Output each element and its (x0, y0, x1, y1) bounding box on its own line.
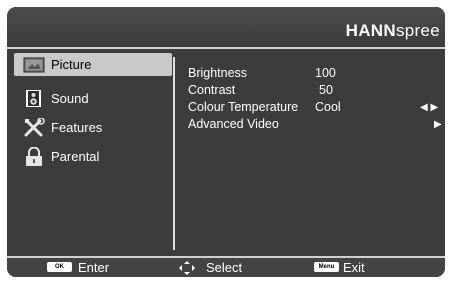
header-divider (7, 47, 445, 49)
sidebar-item-label: Picture (51, 57, 92, 72)
footer-bar: OK Enter Select Menu Exit (7, 258, 445, 277)
lock-icon (26, 147, 42, 166)
panel-divider (173, 57, 175, 250)
sidebar-item-picture[interactable]: Picture (14, 53, 172, 76)
sidebar: Picture Sound Features Parental (14, 50, 172, 255)
enter-hint: Enter (78, 260, 110, 275)
setting-label: Brightness (188, 66, 248, 80)
ok-key-icon: OK (47, 262, 72, 272)
select-hint: Select (206, 260, 243, 275)
menu-key-icon: Menu (314, 262, 339, 272)
sidebar-item-label: Parental (51, 149, 100, 164)
navigation-arrows-icon (179, 261, 195, 275)
sidebar-item-label: Sound (51, 91, 89, 106)
setting-value: 100 (315, 66, 336, 80)
setting-row-colour-temperature[interactable]: Colour Temperature Cool ◀ ▶ (188, 100, 443, 116)
sidebar-item-sound[interactable]: Sound (14, 87, 172, 110)
brand-logo: HANNspree (345, 21, 440, 40)
setting-label: Colour Temperature (188, 100, 299, 114)
setting-value: Cool (315, 100, 341, 114)
sidebar-item-parental[interactable]: Parental (14, 145, 172, 168)
sidebar-item-label: Features (51, 120, 103, 135)
sidebar-item-features[interactable]: Features (14, 116, 172, 139)
picture-icon (23, 57, 45, 73)
left-right-arrows-icon[interactable]: ◀ ▶ (420, 102, 438, 113)
speaker-icon (26, 90, 41, 107)
header-bar: HANNspree (7, 7, 445, 47)
setting-label: Advanced Video (188, 117, 279, 131)
osd-menu: HANNspree Picture Sound Features Parenta… (7, 7, 445, 277)
right-arrow-icon[interactable]: ▶ (434, 119, 442, 130)
tools-icon (24, 118, 45, 137)
exit-hint: Exit (343, 260, 365, 275)
setting-row-advanced-video[interactable]: Advanced Video ▶ (188, 117, 443, 133)
setting-label: Contrast (188, 83, 236, 97)
setting-value: 50 (319, 83, 333, 97)
